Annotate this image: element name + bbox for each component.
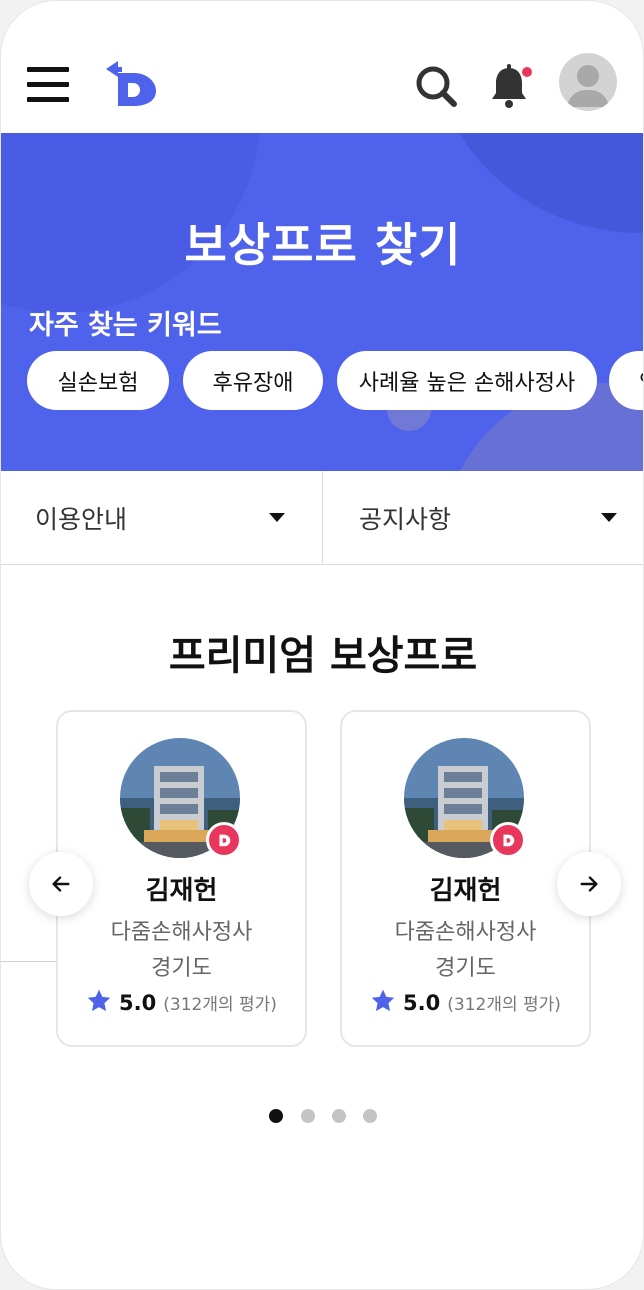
search-icon[interactable] xyxy=(413,63,459,109)
expert-region: 경기도 xyxy=(435,956,496,981)
phone-frame: 보상프로 찾기 자주 찾는 키워드 실손보험 후유장애 사례율 높은 손해사정사… xyxy=(0,0,644,1290)
expert-name: 김재헌 xyxy=(429,876,502,906)
brand-badge-icon xyxy=(490,822,526,858)
expert-company: 다줌손해사정사 xyxy=(110,920,253,945)
brand-d-logo-icon[interactable] xyxy=(104,61,160,107)
star-icon xyxy=(87,989,111,1012)
rating-score: 5.0 xyxy=(119,991,157,1015)
notification-dot xyxy=(522,67,532,77)
dropdown-label: 이용안내 xyxy=(35,505,128,534)
keyword-chip[interactable]: 사례율 높은 손해사정사 xyxy=(337,351,597,410)
pagination-dot-1[interactable] xyxy=(269,1109,283,1123)
expert-region: 경기도 xyxy=(151,956,212,981)
pagination-dot-3[interactable] xyxy=(332,1109,346,1123)
pagination-dot-2[interactable] xyxy=(301,1109,315,1123)
review-count: (312개의 평가) xyxy=(163,995,277,1015)
carousel-prev-button[interactable] xyxy=(29,852,93,916)
expert-rating: 5.0 (312개의 평가) xyxy=(342,988,589,1016)
info-dropdown-row: 이용안내 공지사항 xyxy=(1,471,643,565)
expert-name: 김재헌 xyxy=(145,876,218,906)
section-title: 프리미엄 보상프로 xyxy=(168,633,478,679)
keyword-chip[interactable]: 후유장애 xyxy=(183,351,323,410)
arrow-right-icon xyxy=(580,876,598,892)
expert-card[interactable]: 김재헌 다줌손해사정사 경기도 5.0 (312개의 평가) xyxy=(56,710,307,1047)
dropdown-label: 공지사항 xyxy=(359,505,452,534)
hero-banner: 보상프로 찾기 자주 찾는 키워드 실손보험 후유장애 사례율 높은 손해사정사… xyxy=(1,133,643,471)
rating-score: 5.0 xyxy=(403,991,441,1015)
expert-card[interactable]: 김재헌 다줌손해사정사 경기도 5.0 (312개의 평가) xyxy=(340,710,591,1047)
hero-title: 보상프로 찾기 xyxy=(184,218,462,272)
keywords-label: 자주 찾는 키워드 xyxy=(29,310,222,341)
star-icon xyxy=(371,989,395,1012)
review-count: (312개의 평가) xyxy=(447,995,561,1015)
caret-down-icon xyxy=(269,513,285,522)
user-avatar-icon[interactable] xyxy=(559,53,617,111)
hamburger-menu-icon[interactable] xyxy=(27,65,69,103)
divider xyxy=(322,471,323,565)
carousel-next-button[interactable] xyxy=(557,852,621,916)
expert-company: 다줌손해사정사 xyxy=(394,920,537,945)
brand-badge-icon xyxy=(206,822,242,858)
top-app-bar xyxy=(1,1,643,133)
notice-dropdown[interactable]: 공지사항 xyxy=(359,471,629,565)
caret-down-icon xyxy=(601,513,617,522)
pagination-dot-4[interactable] xyxy=(363,1109,377,1123)
usage-guide-dropdown[interactable]: 이용안내 xyxy=(35,471,295,565)
arrow-left-icon xyxy=(52,876,70,892)
notification-bell-icon[interactable] xyxy=(489,63,533,109)
expert-rating: 5.0 (312개의 평가) xyxy=(58,988,305,1016)
keyword-chip[interactable]: 실손보험 xyxy=(27,351,169,410)
